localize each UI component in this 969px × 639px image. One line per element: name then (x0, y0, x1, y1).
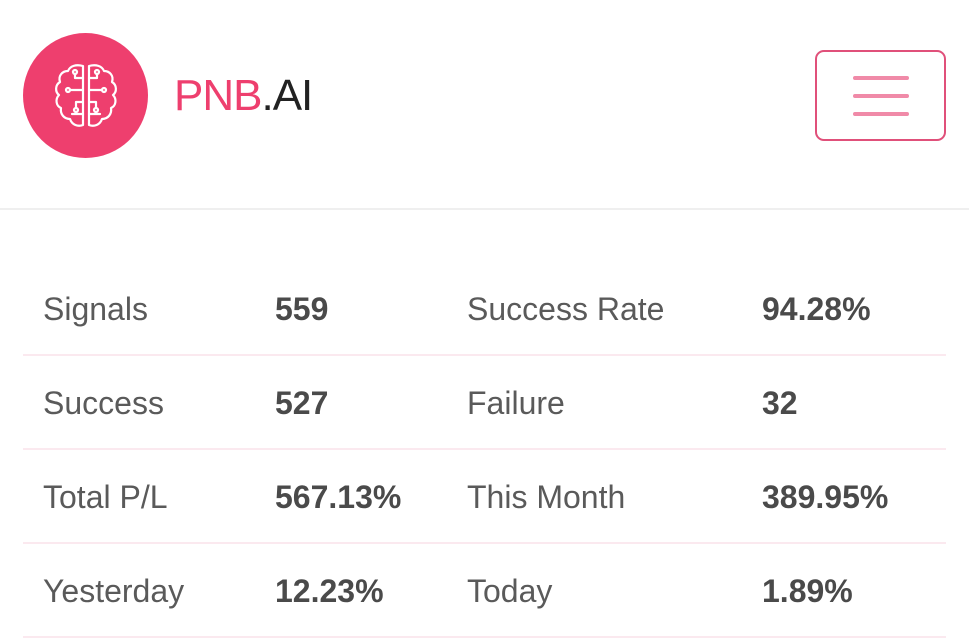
stat-value: 559 (275, 291, 329, 327)
stat-value: 389.95% (762, 479, 889, 515)
hamburger-menu-icon-bar (852, 75, 909, 80)
stat-label: Total P/L (43, 479, 168, 515)
stat-label: Today (467, 573, 553, 609)
logo[interactable] (23, 33, 148, 158)
stats-table: Signals 559 Success Rate 94.28% Success … (23, 262, 946, 638)
stat-label: Signals (43, 291, 148, 327)
site-header: PNB.AI (0, 0, 969, 210)
stat-value: 567.13% (275, 479, 402, 515)
stat-value: 1.89% (762, 573, 853, 609)
brand-name-part2: .AI (261, 71, 313, 120)
menu-toggle-button[interactable] (815, 50, 946, 141)
stat-value: 12.23% (275, 573, 384, 609)
hamburger-menu-icon-bar (852, 111, 909, 116)
stat-label: This Month (467, 479, 626, 515)
stat-label: Success (43, 385, 164, 421)
stats-row: Total P/L 567.13% This Month 389.95% (23, 450, 946, 544)
stat-value: 527 (275, 385, 329, 421)
brand-name[interactable]: PNB.AI (174, 71, 313, 121)
stat-value: 32 (762, 385, 798, 421)
hamburger-menu-icon-bar (852, 93, 909, 98)
stat-value: 94.28% (762, 291, 871, 327)
stats-row: Yesterday 12.23% Today 1.89% (23, 544, 946, 638)
stat-label: Failure (467, 385, 565, 421)
brand-name-part1: PNB (174, 71, 262, 120)
stats-row: Success 527 Failure 32 (23, 356, 946, 450)
stats-row: Signals 559 Success Rate 94.28% (23, 262, 946, 356)
stat-label: Success Rate (467, 291, 665, 327)
stat-label: Yesterday (43, 573, 185, 609)
brain-circuit-icon (54, 63, 117, 127)
